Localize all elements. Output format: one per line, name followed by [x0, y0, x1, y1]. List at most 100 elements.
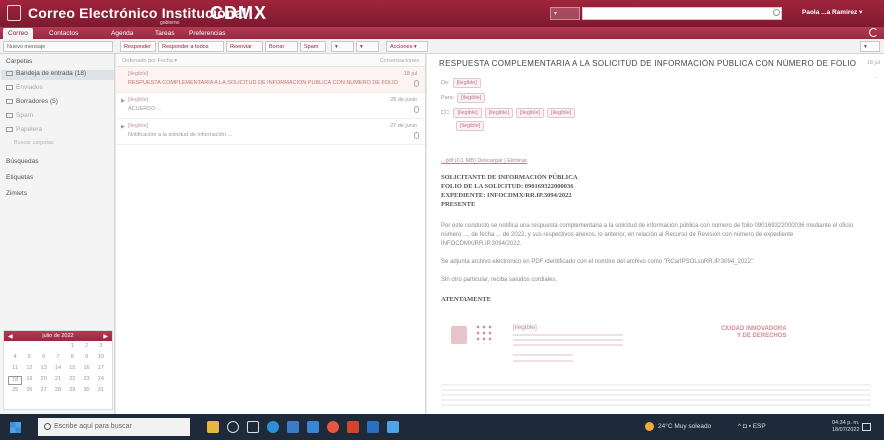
cc-chip[interactable]: [ilegible] — [456, 121, 485, 131]
cc-chip[interactable]: [ilegible] — [515, 108, 545, 118]
calendar-day[interactable]: 10 — [94, 354, 108, 363]
windows-start-icon[interactable] — [10, 422, 21, 433]
sidebar-folder-search[interactable]: Buscar carpetas — [14, 140, 54, 146]
calendar-day[interactable]: 6 — [37, 354, 51, 363]
message-row[interactable]: ▶ [ilegible] 27 de junio Notificación a … — [116, 119, 425, 145]
actions-menu-button[interactable]: Acciones ▾ — [386, 41, 428, 52]
pdf-reader-icon[interactable] — [347, 421, 359, 433]
view-menu-button[interactable]: ▾ — [860, 41, 880, 52]
calendar-day[interactable]: 25 — [8, 387, 22, 396]
cortana-icon[interactable] — [227, 421, 239, 433]
calendar-day[interactable]: 8 — [65, 354, 79, 363]
attachment-link[interactable]: ...pdf (0.1 MB) Descargar | Eliminar — [441, 158, 527, 164]
sidebar-zimlets[interactable]: Zimlets — [6, 190, 27, 197]
calendar-day[interactable]: 24 — [94, 376, 108, 385]
tab-mail[interactable]: Correo — [3, 28, 33, 39]
sidebar-item-spam[interactable]: Spam — [6, 112, 33, 119]
calendar-next-icon[interactable]: ▶ — [103, 333, 108, 340]
calendar-day[interactable]: 31 — [94, 387, 108, 396]
flag-menu-button[interactable]: ▾ — [331, 41, 354, 52]
forward-button[interactable]: Reenviar — [226, 41, 263, 52]
folders-section-title[interactable]: Carpetas — [6, 58, 32, 65]
calendar-day[interactable]: 20 — [37, 376, 51, 385]
word-app-icon[interactable] — [367, 421, 379, 433]
calendar-day[interactable]: 30 — [79, 387, 93, 396]
signature-title-lines — [513, 334, 623, 348]
user-menu[interactable]: Paola ...a Ramirez ▾ — [802, 8, 862, 16]
calendar-day[interactable]: 9 — [79, 354, 93, 363]
calendar-day[interactable]: 16 — [79, 365, 93, 374]
chrome-browser-icon[interactable] — [327, 421, 339, 433]
calendar-day[interactable]: 7 — [51, 354, 65, 363]
spam-button[interactable]: Spam — [300, 41, 326, 52]
news-widget-icon[interactable] — [207, 421, 219, 433]
calendar-day[interactable]: 15 — [65, 365, 79, 374]
taskbar-search-box[interactable]: Escribe aquí para buscar — [38, 418, 190, 436]
expand-thread-icon[interactable]: ▶ — [121, 98, 125, 104]
sidebar-item-sent[interactable]: Enviados — [6, 84, 43, 91]
calendar-day[interactable]: 29 — [65, 387, 79, 396]
app-logo-icon — [7, 5, 21, 21]
calendar-day[interactable]: 19 — [22, 376, 36, 385]
reply-button[interactable]: Responder — [120, 41, 156, 52]
calendar-prev-icon[interactable]: ◀ — [8, 333, 13, 340]
cc-chip[interactable]: [ilegible] — [453, 108, 482, 118]
files-app-icon[interactable] — [387, 421, 399, 433]
windows-taskbar: Escribe aquí para buscar 24°C Muy solead… — [0, 414, 884, 440]
sidebar-item-inbox[interactable]: Bandeja de entrada (18) — [1, 70, 114, 80]
calendar-day[interactable]: 14 — [51, 365, 65, 374]
calendar-day[interactable]: 26 — [22, 387, 36, 396]
calendar-day[interactable]: 5 — [22, 354, 36, 363]
calendar-day[interactable]: 1 — [65, 343, 79, 352]
compose-button[interactable]: Nuevo mensaje — [3, 41, 113, 52]
sidebar-item-drafts[interactable]: Borradores (5) — [6, 98, 58, 105]
view-mode-label[interactable]: Conversaciones — [380, 58, 419, 64]
tab-calendar[interactable]: Agenda — [106, 28, 138, 39]
sender-chip[interactable]: [ilegible] — [452, 78, 481, 88]
calendar-day[interactable]: 13 — [37, 365, 51, 374]
tab-tasks[interactable]: Tareas — [150, 28, 180, 39]
calendar-day[interactable]: 28 — [51, 387, 65, 396]
delete-button[interactable]: Borrar — [265, 41, 298, 52]
edge-browser-icon[interactable] — [267, 421, 279, 433]
search-scope-select[interactable]: ▾ — [550, 7, 580, 20]
sidebar-item-trash[interactable]: Papelera — [6, 126, 42, 133]
calendar-day[interactable]: 2 — [79, 343, 93, 352]
calendar-day[interactable]: 17 — [94, 365, 108, 374]
tab-preferences[interactable]: Preferencias — [184, 28, 231, 39]
notifications-icon[interactable] — [862, 423, 871, 431]
tab-contacts[interactable]: Contactos — [44, 28, 83, 39]
mail-app-icon[interactable] — [307, 421, 319, 433]
message-row[interactable]: [ilegible] 18 jul RESPUESTA COMPLEMENTAR… — [116, 67, 425, 93]
calendar-day[interactable]: 27 — [37, 387, 51, 396]
store-icon[interactable] — [287, 421, 299, 433]
expand-thread-icon[interactable]: ▶ — [121, 124, 125, 130]
recipient-chip[interactable]: [ilegible] — [457, 93, 486, 103]
message-date: 18 jul — [866, 60, 880, 66]
taskbar-clock[interactable]: 04:34 p. m. 18/07/2022 — [832, 420, 860, 434]
trash-icon — [6, 127, 13, 132]
sidebar-tags[interactable]: Etiquetas — [6, 174, 33, 181]
weather-widget[interactable]: 24°C Muy soleado — [658, 423, 711, 430]
reply-all-button[interactable]: Responder a todos — [158, 41, 224, 52]
calendar-day[interactable]: 4 — [8, 354, 22, 363]
tag-menu-button[interactable]: ▾ — [356, 41, 379, 52]
refresh-icon[interactable] — [869, 28, 878, 37]
calendar-day[interactable]: 21 — [51, 376, 65, 385]
search-icon[interactable] — [773, 9, 780, 16]
message-row[interactable]: ▶ [ilegible] 28 de junio ACUERDO ... — [116, 93, 425, 119]
calendar-day[interactable]: 3 — [94, 343, 108, 352]
calendar-day[interactable]: 23 — [79, 376, 93, 385]
task-view-icon[interactable] — [247, 421, 259, 433]
calendar-day[interactable]: 11 — [8, 365, 22, 374]
calendar-day[interactable]: 12 — [22, 365, 36, 374]
cc-chip[interactable]: [ilegible] — [547, 108, 576, 118]
search-input[interactable] — [582, 7, 782, 20]
calendar-day[interactable]: 22 — [65, 376, 79, 385]
sidebar-searches[interactable]: Búsquedas — [6, 158, 39, 165]
system-tray[interactable]: ^ ◘ ▪ ESP — [738, 423, 766, 430]
sort-menu[interactable]: Ordenado por Fecha ▾ — [122, 58, 177, 64]
message-date: 28 de junio — [390, 97, 417, 103]
cc-chip[interactable]: [ilegible] — [484, 108, 513, 118]
calendar-day[interactable]: 18 — [8, 376, 23, 385]
